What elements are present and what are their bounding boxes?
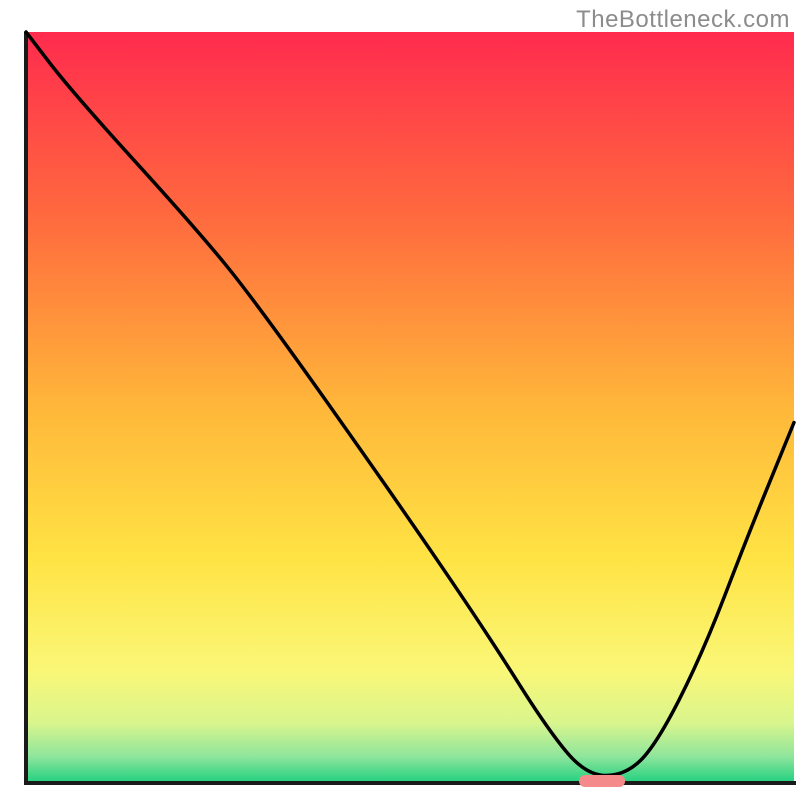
optimum-marker xyxy=(579,775,625,787)
bottleneck-chart xyxy=(0,0,800,800)
chart-container: TheBottleneck.com xyxy=(0,0,800,800)
chart-background-gradient xyxy=(26,32,794,783)
watermark-text: TheBottleneck.com xyxy=(576,6,790,34)
